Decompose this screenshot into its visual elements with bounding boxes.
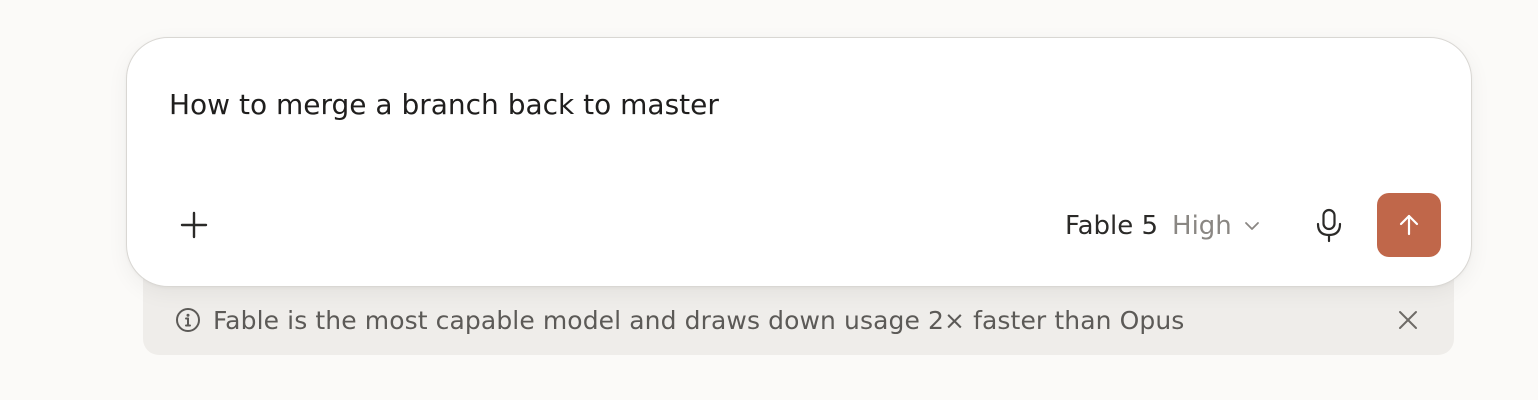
chevron-down-icon [1242, 216, 1262, 236]
plus-icon [180, 211, 208, 239]
add-attachment-button[interactable] [171, 202, 217, 248]
chat-composer-area: Fable is the most capable model and draw… [0, 0, 1538, 400]
close-icon [1399, 311, 1417, 329]
message-composer: Fable 5 High [126, 37, 1472, 287]
arrow-up-icon [1399, 214, 1419, 236]
info-message: Fable is the most capable model and draw… [213, 305, 1185, 335]
effort-level: High [1172, 211, 1232, 241]
microphone-icon [1316, 208, 1342, 243]
model-selector[interactable]: Fable 5 High [1065, 206, 1262, 246]
send-button[interactable] [1377, 193, 1441, 257]
info-circle-icon [175, 307, 201, 333]
close-banner-button[interactable] [1392, 304, 1424, 336]
prompt-input[interactable] [169, 82, 1369, 126]
info-row: Fable is the most capable model and draw… [175, 302, 1424, 338]
voice-input-button[interactable] [1307, 204, 1351, 248]
model-name: Fable 5 [1065, 211, 1159, 241]
